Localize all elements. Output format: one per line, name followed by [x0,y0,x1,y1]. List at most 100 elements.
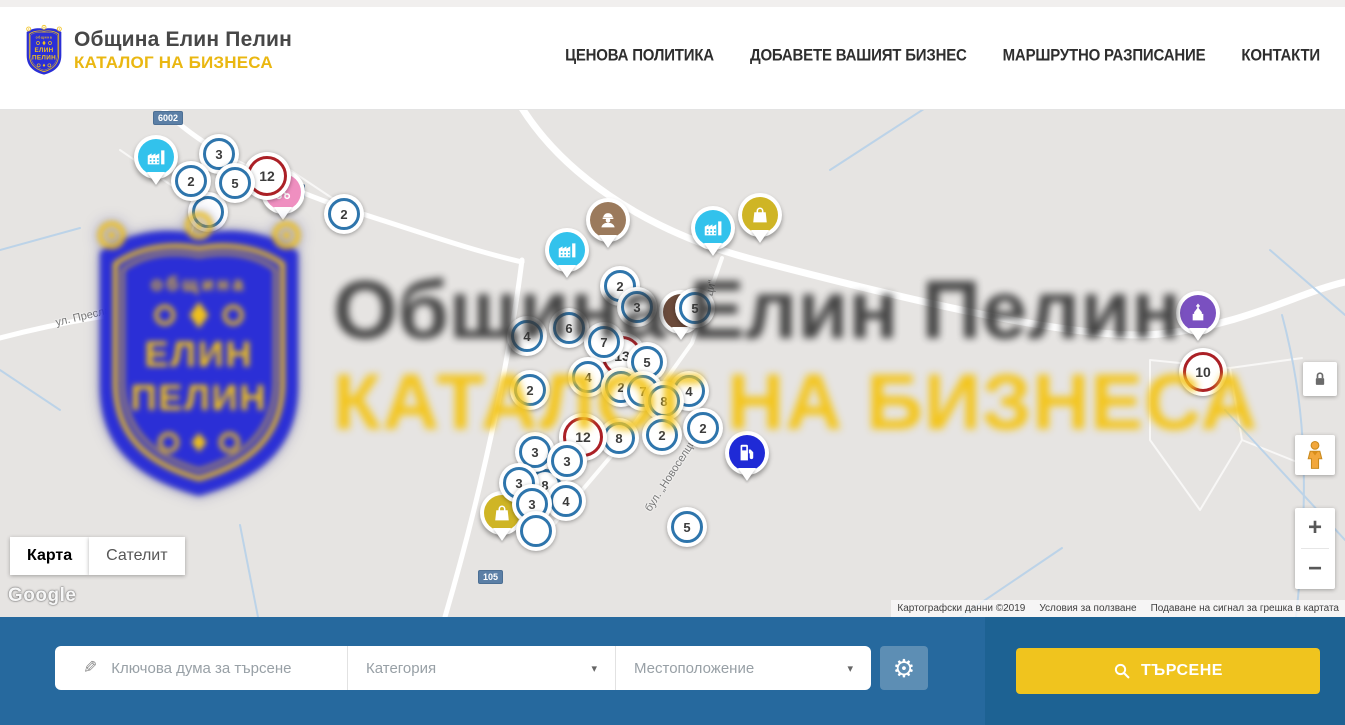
cluster-marker[interactable]: 2 [171,161,211,201]
cluster-marker[interactable]: 2 [510,370,550,410]
map-type-control: Карта Сателит [10,537,185,575]
google-logo[interactable]: Google [8,585,76,607]
cluster-count: 6 [565,321,572,336]
search-panel: ТЪРСЕНЕ [985,617,1345,725]
page: община ЕЛИНПЕЛИН Община Елин Пелин КАТАЛО… [0,0,1345,725]
church-pin-marker[interactable] [1176,291,1220,335]
map-canvas[interactable]: 6002105 ул. Преславбул. „Новоселци“ци“ 2… [0,110,1345,617]
brand-text: Община Елин Пелин КАТАЛОГ НА БИЗНЕСА [74,28,292,73]
top-strip [0,0,1345,7]
zoom-control: + − [1295,508,1335,589]
svg-text:ЕЛИН: ЕЛИН [34,47,53,54]
search-button[interactable]: ТЪРСЕНЕ [1016,648,1320,694]
search-button-label: ТЪРСЕНЕ [1141,662,1223,680]
fuel-pin-marker[interactable] [725,431,769,475]
cluster-count: 2 [187,174,194,189]
cluster-marker[interactable] [516,511,556,551]
cluster-count: 3 [215,147,222,162]
factory-icon [138,139,174,175]
road-badge: 105 [478,570,503,584]
factory-icon [549,232,585,268]
attribution-report-link[interactable]: Подаване на сигнал за грешка в картата [1151,603,1339,614]
chevron-down-icon: ▾ [591,662,597,675]
cluster-marker[interactable]: 2 [642,415,682,455]
chevron-down-icon: ▾ [847,662,853,675]
cluster-count: 5 [683,520,690,535]
svg-text:община: община [36,36,53,40]
svg-text:ПЕЛИН: ПЕЛИН [32,55,56,62]
cluster-count: 4 [523,329,530,344]
road-badge: 6002 [153,111,183,125]
cluster-marker[interactable]: 3 [617,287,657,327]
attribution-terms-link[interactable]: Условия за ползване [1039,603,1136,614]
main-nav: ЦЕНОВА ПОЛИТИКА ДОБАВЕТЕ ВАШИЯТ БИЗНЕС МАР… [565,7,1320,103]
pegman-icon [1302,440,1328,470]
cluster-count: 8 [615,431,622,446]
shopping-bag-pin-marker[interactable] [738,193,782,237]
cluster-count: 3 [563,454,570,469]
cluster-count: 5 [643,355,650,370]
nav-route-schedule[interactable]: МАРШРУТНО РАЗПИСАНИЕ [1003,46,1206,64]
category-select-label: Категория [366,660,436,677]
advanced-settings-button[interactable]: ⚙ [880,646,928,690]
cluster-count: 2 [658,428,665,443]
search-icon [1113,662,1131,680]
map-type-satellite-button[interactable]: Сателит [89,537,184,575]
cluster-count: 5 [231,176,238,191]
factory-icon [695,210,731,246]
nav-contacts[interactable]: КОНТАКТИ [1241,46,1320,64]
cluster-count: 4 [584,370,591,385]
cluster-marker[interactable]: 3 [547,441,587,481]
nav-pricing-policy[interactable]: ЦЕНОВА ПОЛИТИКА [565,46,714,64]
header: община ЕЛИНПЕЛИН Община Елин Пелин КАТАЛО… [0,7,1345,110]
cluster-count: 12 [575,429,591,445]
keyword-section: ✎ [55,646,347,690]
pencil-icon: ✎ [83,658,97,678]
factory-pin-marker[interactable] [691,206,735,250]
cluster-marker[interactable]: 2 [324,194,364,234]
fuel-icon [729,435,765,471]
cluster-marker[interactable]: 5 [675,288,715,328]
cluster-count: 4 [685,384,692,399]
cluster-count: 12 [259,168,275,184]
cluster-count: 3 [633,300,640,315]
cluster-marker[interactable]: 5 [667,507,707,547]
cluster-count: 3 [531,445,538,460]
cluster-marker[interactable]: 6 [549,308,589,348]
cluster-count: 7 [600,335,607,350]
street-view-pegman-button[interactable] [1295,435,1335,475]
cluster-count: 2 [340,207,347,222]
category-select[interactable]: Категория ▾ [347,646,615,690]
cluster-marker[interactable]: 5 [215,163,255,203]
cluster-marker[interactable]: 2 [683,408,723,448]
worker-pin-marker[interactable] [586,198,630,242]
location-select-label: Местоположение [634,660,754,677]
worker-icon [590,202,626,238]
cluster-count: 8 [660,394,667,409]
church-icon [1180,295,1216,331]
factory-pin-marker[interactable] [134,135,178,179]
zoom-out-button[interactable]: − [1295,549,1335,589]
cluster-count: 4 [562,494,569,509]
lock-button[interactable] [1303,362,1337,396]
gear-icon: ⚙ [893,656,915,681]
zoom-in-button[interactable]: + [1295,508,1335,548]
location-select[interactable]: Местоположение ▾ [615,646,871,690]
cluster-count: 2 [526,383,533,398]
cluster-count: 2 [699,421,706,436]
keyword-search-input[interactable] [111,660,311,677]
brand[interactable]: община ЕЛИНПЕЛИН Община Елин Пелин КАТАЛО… [24,24,292,76]
map-type-map-button[interactable]: Карта [10,537,89,575]
search-group: ✎ Категория ▾ Местоположение ▾ [55,646,871,690]
cluster-marker[interactable]: 4 [546,481,586,521]
cluster-marker[interactable]: 7 [584,322,624,362]
site-subtitle: КАТАЛОГ НА БИЗНЕСА [74,53,292,73]
search-bar: ✎ Категория ▾ Местоположение ▾ ⚙ ТЪРСЕНЕ [0,617,1345,725]
cluster-marker[interactable]: 10 [1179,348,1227,396]
map-attribution: Картографски данни ©2019 Условия за полз… [891,600,1345,617]
nav-add-your-business[interactable]: ДОБАВЕТЕ ВАШИЯТ БИЗНЕС [750,46,967,64]
lock-icon [1310,369,1330,389]
attribution-copyright: Картографски данни ©2019 [897,603,1025,614]
cluster-marker[interactable]: 4 [507,316,547,356]
factory-pin-marker[interactable] [545,228,589,272]
